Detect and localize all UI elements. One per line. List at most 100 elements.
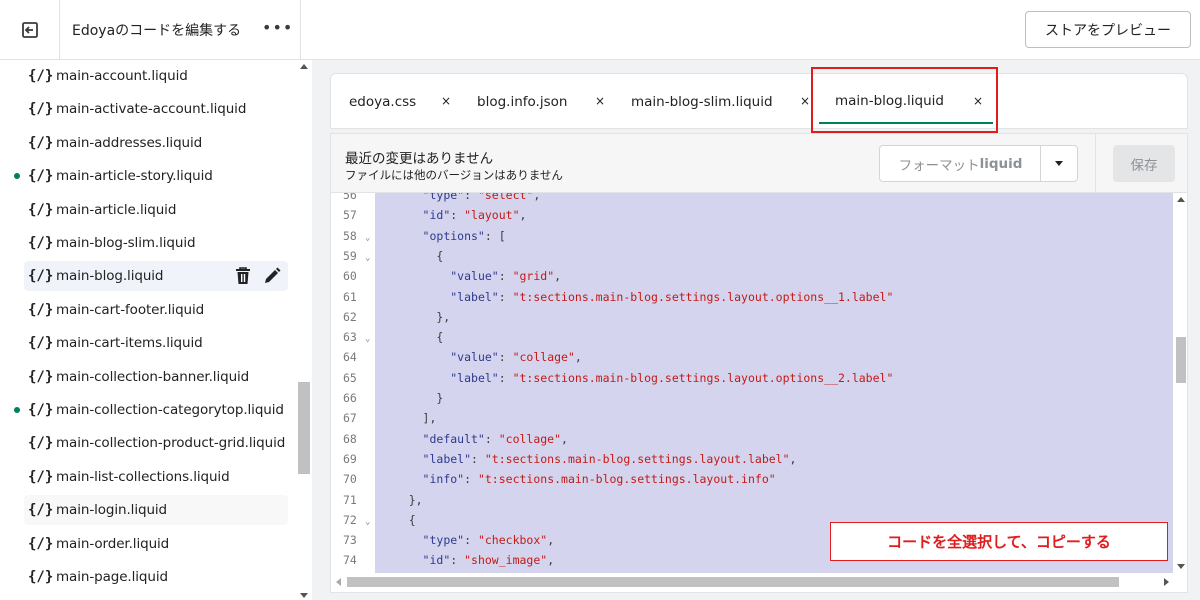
line-number: 68	[343, 432, 357, 446]
sidebar-file-item[interactable]: {/} main-cart-items.liquid	[24, 328, 288, 358]
code-text: }	[381, 391, 444, 405]
file-name: main-collection-categorytop.liquid	[56, 402, 284, 418]
code-line: 66 }	[331, 388, 1173, 408]
tab-close-icon[interactable]: ×	[441, 94, 451, 108]
tab-edoya-css[interactable]: edoya.css	[349, 74, 416, 130]
code-text: "info": "t:sections.main-blog.settings.l…	[422, 472, 776, 486]
format-dropdown-button[interactable]	[1040, 145, 1078, 182]
fold-chevron-icon[interactable]: ⌄	[365, 248, 370, 268]
file-name: main-account.liquid	[56, 68, 188, 84]
format-label-bold: liquid	[979, 155, 1023, 172]
fold-chevron-icon[interactable]: ⌄	[365, 228, 370, 248]
scroll-down-icon[interactable]	[300, 593, 308, 598]
line-number: 61	[343, 290, 357, 304]
sidebar-scroll-thumb[interactable]	[298, 382, 310, 474]
sidebar-file-item[interactable]: {/} main-collection-banner.liquid	[24, 362, 288, 392]
code-line: 68 "default": "collage",	[331, 429, 1173, 449]
scroll-down-icon[interactable]	[1177, 564, 1185, 569]
tab-close-icon[interactable]: ×	[973, 94, 983, 108]
editor-status-bar: 最近の変更はありません ファイルには他のバージョンはありません フォーマット li…	[330, 133, 1188, 193]
code-text: },	[381, 310, 451, 324]
code-text: "type": "select",	[422, 193, 541, 202]
sidebar-file-item[interactable]: {/} main-collection-categorytop.liquid	[24, 395, 288, 425]
tab-main-blog-liquid[interactable]: main-blog.liquid	[819, 74, 993, 130]
sidebar-file-item[interactable]: {/} main-cart-footer.liquid	[24, 295, 288, 325]
liquid-file-icon: {/}	[28, 101, 54, 117]
line-number: 65	[343, 371, 357, 385]
sidebar-file-item[interactable]: {/} main-list-collections.liquid	[24, 462, 288, 492]
line-number: 71	[343, 493, 357, 507]
save-button[interactable]: 保存	[1113, 145, 1175, 182]
code-text: {	[381, 249, 444, 263]
pencil-icon[interactable]	[262, 266, 282, 286]
tab-label: edoya.css	[349, 94, 417, 110]
line-number: 60	[343, 269, 357, 283]
exit-button[interactable]	[0, 0, 60, 59]
code-text: "label": "t:sections.main-blog.settings.…	[450, 371, 894, 385]
fold-chevron-icon[interactable]: ⌄	[365, 329, 370, 349]
code-line: 67 ],	[331, 408, 1173, 428]
sidebar-file-item[interactable]: {/} main-order.liquid	[24, 529, 288, 559]
line-number: 74	[343, 553, 357, 567]
code-text: ],	[381, 411, 437, 425]
sidebar-file-item[interactable]: {/} main-activate-account.liquid	[24, 94, 288, 124]
more-actions-button[interactable]: •••	[262, 18, 293, 37]
sidebar-file-item[interactable]: {/} main-blog.liquid	[24, 261, 288, 291]
file-name: main-blog-slim.liquid	[56, 235, 196, 251]
liquid-file-icon: {/}	[28, 168, 54, 184]
file-name: main-list-collections.liquid	[56, 469, 230, 485]
format-label: フォーマット	[898, 157, 980, 174]
file-name: main-activate-account.liquid	[56, 101, 247, 117]
modified-dot	[14, 173, 20, 179]
sidebar-file-item[interactable]: {/} main-collection-product-grid.liquid	[24, 428, 288, 458]
editor-scroll-thumb[interactable]	[1176, 337, 1186, 383]
scroll-right-icon[interactable]	[1164, 578, 1169, 586]
editor-vertical-scrollbar[interactable]	[1173, 193, 1187, 573]
sidebar-file-item[interactable]: {/} main-login.liquid	[24, 495, 288, 525]
code-line: 69 "label": "t:sections.main-blog.settin…	[331, 449, 1173, 469]
code-text: "value": "grid",	[450, 269, 562, 283]
editor-hscroll-thumb[interactable]	[347, 577, 1119, 587]
sidebar-file-item[interactable]: {/} main-page.liquid	[24, 562, 288, 592]
sidebar-file-item[interactable]: {/} main-article.liquid	[24, 195, 288, 225]
scroll-left-icon[interactable]	[336, 578, 341, 586]
modified-dot	[14, 407, 20, 413]
tab-bar: edoya.css × blog.info.json × main-blog-s…	[330, 73, 1188, 129]
file-name: main-login.liquid	[56, 502, 168, 518]
trash-icon[interactable]	[234, 266, 252, 286]
tab-close-icon[interactable]: ×	[595, 94, 605, 108]
tab-blog-info-json[interactable]: blog.info.json	[477, 74, 567, 130]
sidebar-file-item[interactable]: {/} main-blog-slim.liquid	[24, 228, 288, 258]
format-liquid-button[interactable]: フォーマット liquid	[879, 145, 1041, 182]
code-text: {	[381, 330, 444, 344]
exit-icon	[21, 21, 38, 38]
file-name: main-article-story.liquid	[56, 168, 213, 184]
code-line: 58 ⌄ "options": [	[331, 226, 1173, 246]
line-number: 62	[343, 310, 357, 324]
liquid-file-icon: {/}	[28, 569, 54, 585]
scroll-up-icon[interactable]	[1177, 197, 1185, 202]
editor-horizontal-scrollbar[interactable]	[331, 573, 1173, 591]
line-number: 56	[343, 193, 357, 202]
sidebar-file-item[interactable]: {/} main-addresses.liquid	[24, 128, 288, 158]
scroll-up-icon[interactable]	[300, 64, 308, 69]
fold-chevron-icon[interactable]: ⌄	[365, 512, 370, 532]
preview-store-button[interactable]: ストアをプレビュー	[1025, 11, 1191, 48]
tab-label: main-blog.liquid	[835, 93, 944, 109]
sidebar-file-item[interactable]: {/} main-account.liquid	[24, 61, 288, 91]
liquid-file-icon: {/}	[28, 469, 54, 485]
tab-label: blog.info.json	[477, 94, 568, 110]
editor: edoya.css × blog.info.json × main-blog-s…	[330, 73, 1188, 593]
line-number: 70	[343, 472, 357, 486]
code-line: 57 "id": "layout",	[331, 205, 1173, 225]
liquid-file-icon: {/}	[28, 268, 54, 284]
liquid-file-icon: {/}	[28, 68, 54, 84]
tab-main-blog-slim-liquid[interactable]: main-blog-slim.liquid	[631, 74, 773, 130]
line-number: 57	[343, 208, 357, 222]
liquid-file-icon: {/}	[28, 302, 54, 318]
tab-close-icon[interactable]: ×	[800, 94, 810, 108]
sidebar-scrollbar[interactable]	[296, 60, 312, 600]
line-number: 64	[343, 350, 357, 364]
file-name: main-order.liquid	[56, 536, 170, 552]
sidebar-file-item[interactable]: {/} main-article-story.liquid	[24, 161, 288, 191]
